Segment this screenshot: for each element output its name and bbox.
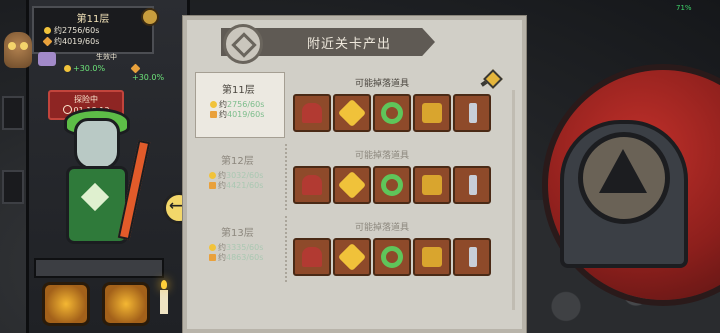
item-helmet-icon[interactable] [293, 166, 331, 204]
drops-section: 可能掉落道具 [291, 216, 516, 282]
xp-approx-label: 约 [218, 253, 226, 262]
gold-approx-label: 约 [218, 243, 226, 252]
item-box-icon[interactable] [413, 166, 451, 204]
drop-items [293, 238, 515, 276]
floor-row[interactable]: 第12层 约3032/60s 约4421/60s 可能掉落道具 [195, 144, 516, 210]
gold-coin-icon [64, 65, 71, 72]
gold-rate: 约2756/60s [44, 25, 99, 36]
dialog-title: 附近关卡产出 [307, 37, 392, 52]
floor-info: 第13层 约3335/60s 约4863/60s [195, 216, 287, 282]
drops-label: 可能掉落道具 [355, 223, 410, 233]
effect-label: 生效中 [96, 53, 117, 61]
drops-section: 可能掉落道具 [291, 72, 516, 138]
xp-rate-text: 约4019/60s [54, 37, 100, 46]
gold-coin-icon [209, 244, 216, 251]
item-blade-icon[interactable] [453, 166, 491, 204]
floor-row[interactable]: 第13层 约3335/60s 约4863/60s 可能掉落道具 [195, 216, 516, 282]
item-amulet-icon[interactable] [333, 94, 371, 132]
item-box-icon[interactable] [413, 94, 451, 132]
floor-info: 第12层 约3032/60s 约4421/60s [195, 144, 287, 210]
gold-bonus: +30.0% [64, 64, 105, 73]
floor-label: 第11层 [222, 85, 255, 96]
xp-bonus: +30.0% [130, 63, 166, 82]
lantern-icon [2, 170, 24, 204]
hero-character[interactable] [40, 108, 151, 258]
item-amulet-icon[interactable] [333, 238, 371, 276]
drop-items [293, 94, 515, 132]
item-ring-icon[interactable] [373, 94, 411, 132]
gold-rate-text: 约2756/60s [54, 26, 100, 35]
xp-crystal-icon [209, 182, 216, 189]
lantern-icon [2, 96, 24, 130]
dialog-emblem-icon [223, 24, 263, 64]
gold-approx-label: 约 [219, 100, 227, 109]
xp-crystal-icon [210, 111, 217, 118]
item-blade-icon[interactable] [453, 238, 491, 276]
gold-coin-icon [44, 27, 51, 34]
floor-info: 第11层 约2756/60s 约4019/60s [195, 72, 285, 138]
scroll-icon [38, 52, 56, 66]
xp-bonus-value: +30.0% [132, 73, 165, 82]
xp-approx-label: 约 [218, 181, 226, 190]
item-box-icon[interactable] [413, 238, 451, 276]
xp-crystal-icon [209, 254, 216, 261]
xp-rate: 约4019/60s [210, 109, 264, 120]
current-floor-box[interactable]: 第11层 约2756/60s 约4019/60s [32, 6, 154, 54]
explore-state: 探险中 [74, 95, 98, 104]
floor-row[interactable]: 第11层 约2756/60s 约4019/60s 可能掉落道具 [195, 72, 516, 138]
xp-approx-label: 约 [219, 110, 227, 119]
xp-crystal-icon [130, 63, 141, 74]
treasure-chest-icon[interactable] [102, 282, 150, 326]
item-ring-icon[interactable] [373, 238, 411, 276]
drops-label: 可能掉落道具 [355, 151, 410, 161]
item-amulet-icon[interactable] [333, 166, 371, 204]
stopwatch-icon[interactable] [141, 8, 159, 26]
xp-rate: 约4421/60s [209, 180, 263, 191]
candle-icon [160, 280, 168, 314]
bonus-effect-box[interactable]: 生效中 +30.0% +30.0% [36, 52, 166, 82]
item-helmet-icon[interactable] [293, 94, 331, 132]
current-floor-title: 第11层 [76, 14, 110, 25]
background-sigil-icon [578, 132, 670, 224]
xp-rate: 约4019/60s [42, 36, 100, 47]
treasure-chest-icon[interactable] [42, 282, 90, 326]
item-helmet-icon[interactable] [293, 238, 331, 276]
gold-coin-icon [209, 172, 216, 179]
xp-rate-value: 4863/60s [226, 253, 264, 262]
gold-rate-value: 2756/60s [227, 100, 265, 109]
drop-items [293, 166, 515, 204]
battery-indicator: 71% [676, 4, 692, 12]
xp-rate-value: 4019/60s [227, 110, 265, 119]
gold-coin-icon [210, 101, 217, 108]
item-blade-icon[interactable] [453, 94, 491, 132]
owl-icon[interactable] [4, 32, 32, 68]
floor-label: 第12层 [221, 156, 254, 167]
item-ring-icon[interactable] [373, 166, 411, 204]
xp-crystal-icon [42, 36, 53, 47]
drops-section: 可能掉落道具 [291, 144, 516, 210]
drops-label: 可能掉落道具 [355, 79, 410, 89]
hero-pedestal [34, 258, 164, 278]
character-panel: 第11层 约2756/60s 约4019/60s 生效中 +30.0% +30.… [0, 0, 195, 333]
hero-head [74, 118, 120, 170]
gold-rate-value: 3335/60s [226, 243, 264, 252]
gold-bonus-value: +30.0% [73, 64, 106, 73]
gold-approx-label: 约 [218, 171, 226, 180]
xp-rate: 约4863/60s [209, 252, 263, 263]
gold-rate-value: 3032/60s [226, 171, 264, 180]
xp-rate-value: 4421/60s [226, 181, 264, 190]
floor-label: 第13层 [221, 228, 254, 239]
list-scrollbar[interactable] [512, 90, 515, 310]
